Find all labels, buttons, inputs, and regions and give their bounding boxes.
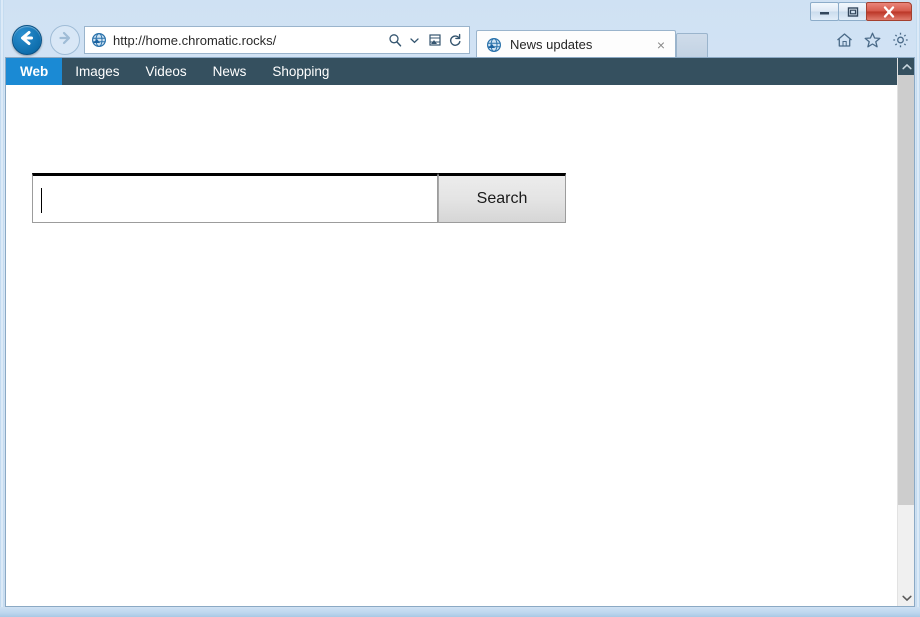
sitenav-item-news[interactable]: News [200, 58, 260, 85]
window-frame-bottom [0, 607, 920, 617]
home-icon[interactable] [834, 30, 854, 50]
sitenav-label-web: Web [20, 64, 49, 79]
navigation-toolbar: http://home.chromatic.rocks/ News update… [4, 22, 916, 58]
search-input[interactable] [32, 173, 438, 223]
search-form: Search [32, 173, 566, 223]
sitenav-label-news: News [212, 64, 247, 79]
address-bar-icons [386, 31, 463, 50]
browser-window: http://home.chromatic.rocks/ News update… [0, 0, 920, 617]
tab-title: News updates [510, 37, 593, 52]
tab-close-icon[interactable]: × [651, 35, 671, 55]
vertical-scrollbar[interactable] [897, 58, 914, 606]
text-caret [41, 188, 42, 213]
forward-button[interactable] [50, 25, 80, 55]
sitenav-label-images: Images [75, 64, 120, 79]
site-navigation-bar: Web Images Videos News Shopping [6, 58, 897, 85]
sitenav-item-images[interactable]: Images [62, 58, 132, 85]
refresh-icon[interactable] [446, 31, 463, 50]
chevron-down-icon[interactable] [406, 31, 423, 50]
search-button[interactable]: Search [438, 173, 566, 223]
title-bar [0, 0, 920, 22]
close-button[interactable] [866, 2, 912, 21]
search-button-label: Search [476, 190, 528, 207]
scroll-down-arrow-icon[interactable] [898, 589, 914, 606]
scrollbar-thumb[interactable] [898, 75, 914, 505]
command-bar-icons [834, 30, 910, 50]
scrollbar-track[interactable] [898, 505, 914, 589]
sitenav-label-videos: Videos [145, 64, 187, 79]
back-button[interactable] [12, 25, 42, 55]
new-tab-button[interactable] [676, 33, 708, 58]
browser-tab[interactable]: News updates × [476, 30, 676, 58]
compatibility-view-icon[interactable] [426, 31, 443, 50]
window-frame-right [916, 0, 920, 617]
back-arrow-icon [18, 30, 36, 51]
minimize-button[interactable] [810, 2, 839, 21]
star-icon[interactable] [862, 30, 882, 50]
tab-strip: News updates × [476, 26, 708, 58]
sitenav-item-videos[interactable]: Videos [133, 58, 200, 85]
window-frame-left [0, 0, 4, 617]
web-page-content: Web Images Videos News Shopping Search [6, 58, 897, 606]
forward-arrow-icon [57, 31, 73, 50]
search-magnifier-icon[interactable] [386, 31, 403, 50]
window-controls [810, 2, 912, 21]
sitenav-item-web[interactable]: Web [6, 58, 63, 85]
scroll-up-arrow-icon[interactable] [898, 58, 914, 75]
sitenav-item-shopping[interactable]: Shopping [259, 58, 342, 85]
page-viewport: Web Images Videos News Shopping Search [5, 57, 915, 607]
address-url-text: http://home.chromatic.rocks/ [113, 32, 277, 48]
tab-favicon-icon [485, 36, 503, 54]
maximize-button[interactable] [838, 2, 867, 21]
address-favicon-icon [90, 31, 108, 49]
gear-icon[interactable] [890, 30, 910, 50]
sitenav-label-shopping: Shopping [272, 64, 330, 79]
address-bar[interactable]: http://home.chromatic.rocks/ [84, 26, 470, 54]
